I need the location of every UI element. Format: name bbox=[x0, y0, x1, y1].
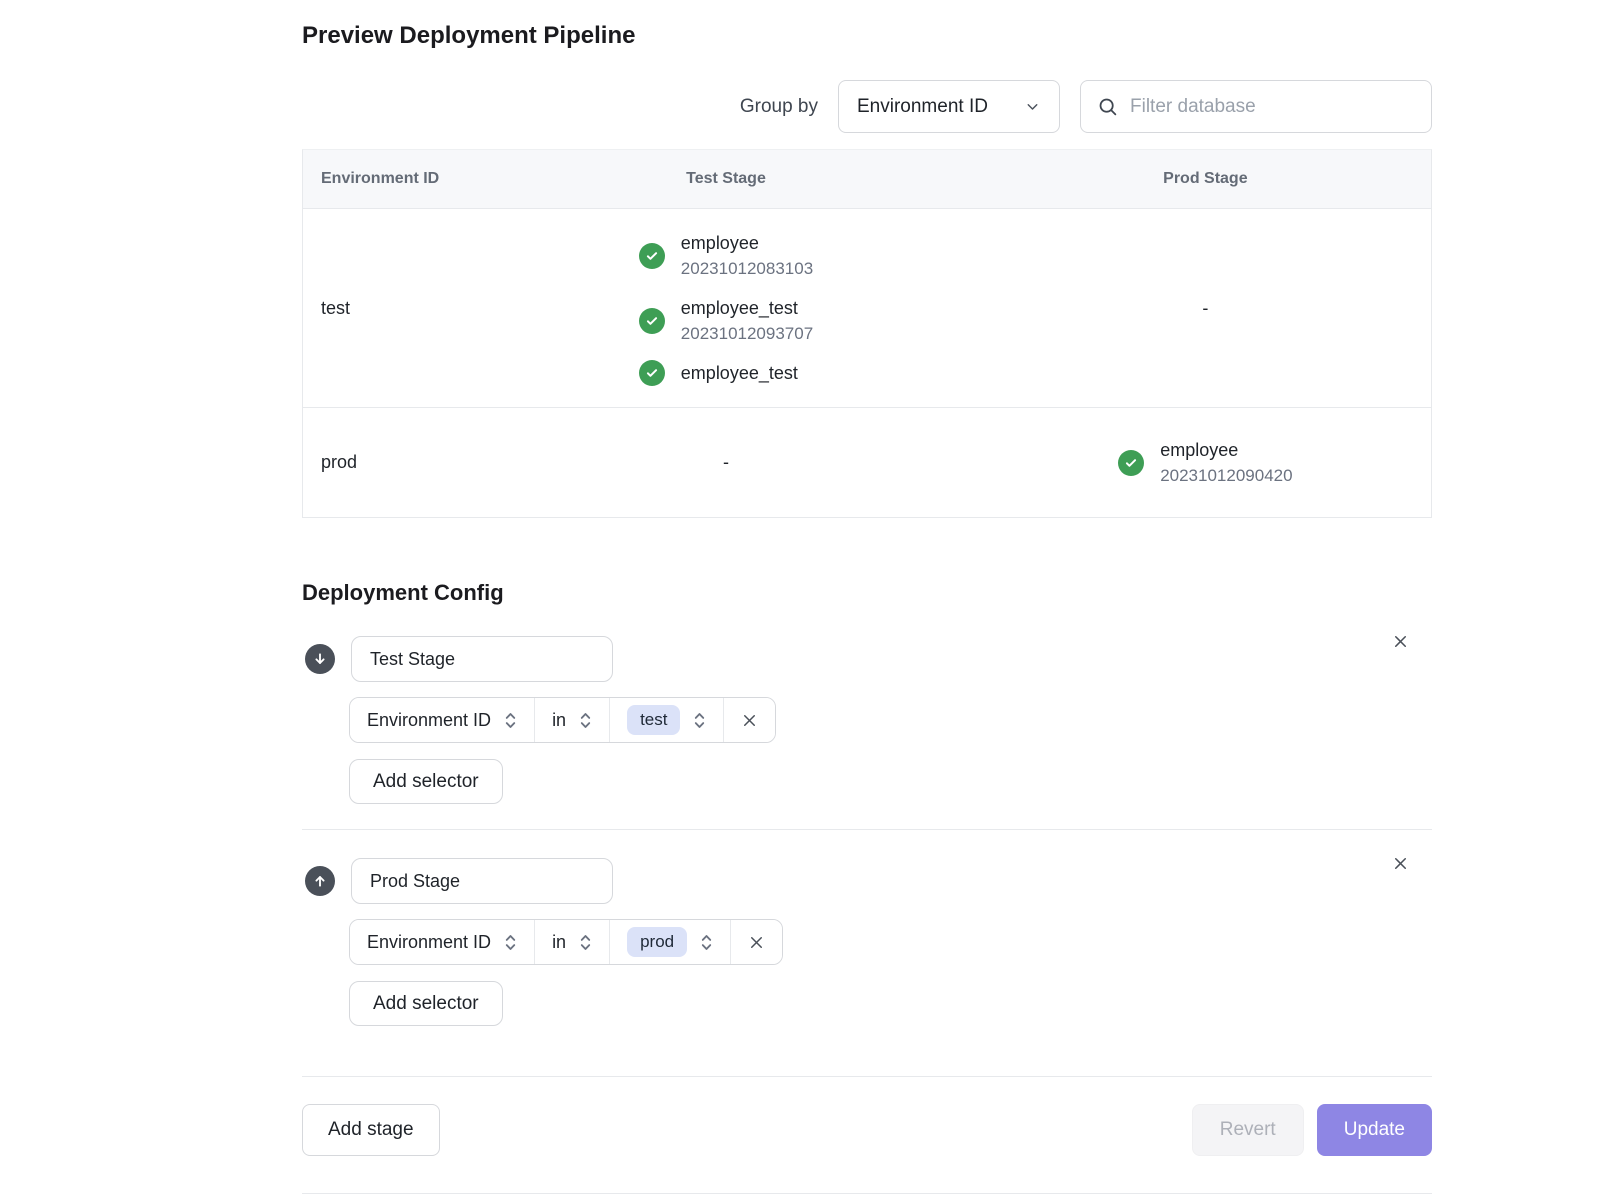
deployment-name: employee bbox=[1160, 437, 1292, 463]
deployment-list: employee20231012083103employee_test20231… bbox=[639, 230, 813, 386]
x-icon bbox=[1391, 632, 1410, 651]
stage-config-test-stage: Environment ID in test Add selector bbox=[302, 608, 1432, 829]
filter-database-box bbox=[1080, 80, 1432, 133]
remove-stage-button[interactable] bbox=[1389, 630, 1412, 653]
stage-header bbox=[305, 858, 1432, 904]
deployment-text: employee20231012090420 bbox=[1160, 437, 1292, 488]
filter-database-input[interactable] bbox=[1130, 96, 1415, 118]
add-selector-button[interactable]: Add selector bbox=[349, 759, 503, 804]
column-header-prod-stage: Prod Stage bbox=[980, 170, 1431, 188]
selector-row: Environment ID in prod bbox=[349, 919, 783, 965]
remove-stage-button[interactable] bbox=[1389, 852, 1412, 875]
deployment-version: 20231012090420 bbox=[1160, 463, 1292, 488]
config-footer: Add stage Revert Update bbox=[302, 1076, 1432, 1156]
revert-button[interactable]: Revert bbox=[1192, 1104, 1304, 1156]
deployment-item: employee_test20231012093707 bbox=[639, 295, 813, 346]
selector-value-select[interactable]: test bbox=[610, 698, 724, 742]
page-title: Preview Deployment Pipeline bbox=[302, 22, 1432, 50]
selector-key-select[interactable]: Environment ID bbox=[350, 698, 535, 742]
chevron-up-down-icon bbox=[700, 931, 713, 954]
selector-operator-label: in bbox=[552, 932, 566, 953]
update-button[interactable]: Update bbox=[1317, 1104, 1432, 1156]
selector-value-select[interactable]: prod bbox=[610, 920, 731, 964]
environment-id-cell: prod bbox=[303, 408, 472, 517]
group-by-select[interactable]: Environment ID bbox=[838, 80, 1060, 133]
x-icon bbox=[1391, 854, 1410, 873]
bottom-divider bbox=[302, 1193, 1432, 1194]
table-row-prod: prod - employee20231012090420 bbox=[303, 407, 1431, 517]
prod-stage-cell: employee20231012090420 bbox=[980, 408, 1431, 517]
check-circle-icon bbox=[639, 360, 665, 386]
selector-operator-select[interactable]: in bbox=[535, 698, 610, 742]
selector-row: Environment ID in test bbox=[349, 697, 776, 743]
selector-key-label: Environment ID bbox=[367, 932, 491, 953]
stage-name-input[interactable] bbox=[351, 636, 613, 682]
empty-stage-dash: - bbox=[1202, 298, 1208, 319]
deployment-list: employee20231012090420 bbox=[1118, 437, 1292, 488]
group-by-selected-value: Environment ID bbox=[857, 96, 988, 118]
test-stage-cell: - bbox=[472, 408, 980, 517]
stages-container: Environment IDintestAdd selectorEnvironm… bbox=[302, 608, 1432, 1051]
remove-selector-button[interactable] bbox=[724, 698, 775, 742]
selector-key-select[interactable]: Environment ID bbox=[350, 920, 535, 964]
selector-key-label: Environment ID bbox=[367, 710, 491, 731]
deployment-version: 20231012093707 bbox=[681, 321, 813, 346]
check-circle-icon bbox=[639, 243, 665, 269]
x-icon bbox=[747, 933, 766, 952]
arrow-down-circle-icon bbox=[305, 644, 335, 674]
deployment-name: employee_test bbox=[681, 360, 798, 386]
stage-config-prod-stage: Environment ID in prod Add selector bbox=[302, 829, 1432, 1051]
deployment-item: employee20231012090420 bbox=[1118, 437, 1292, 488]
add-selector-button[interactable]: Add selector bbox=[349, 981, 503, 1026]
selector-value-badge: prod bbox=[627, 927, 687, 957]
environment-id-cell: test bbox=[303, 209, 472, 407]
x-icon bbox=[740, 711, 759, 730]
stage-header bbox=[305, 636, 1432, 682]
table-controls: Group by Environment ID bbox=[302, 80, 1432, 133]
chevron-up-down-icon bbox=[693, 709, 706, 732]
column-header-environment-id: Environment ID bbox=[303, 170, 472, 188]
deployment-name: employee bbox=[681, 230, 813, 256]
deployment-text: employee20231012083103 bbox=[681, 230, 813, 281]
preview-deployment-pipeline-page: Preview Deployment Pipeline Group by Env… bbox=[302, 0, 1432, 1194]
group-by-label: Group by bbox=[740, 96, 818, 118]
chevron-down-icon bbox=[1024, 98, 1041, 115]
test-stage-cell: employee20231012083103employee_test20231… bbox=[472, 209, 980, 407]
deployment-text: employee_test20231012093707 bbox=[681, 295, 813, 346]
selector-value-badge: test bbox=[627, 705, 680, 735]
add-stage-button[interactable]: Add stage bbox=[302, 1104, 440, 1156]
chevron-up-down-icon bbox=[504, 931, 517, 954]
deployment-item: employee20231012083103 bbox=[639, 230, 813, 281]
footer-actions: Revert Update bbox=[1192, 1104, 1432, 1156]
search-icon bbox=[1097, 96, 1118, 117]
chevron-up-down-icon bbox=[579, 709, 592, 732]
deployment-text: employee_test bbox=[681, 360, 798, 386]
check-circle-icon bbox=[1118, 450, 1144, 476]
check-circle-icon bbox=[639, 308, 665, 334]
deployment-name: employee_test bbox=[681, 295, 813, 321]
pipeline-table-header: Environment ID Test Stage Prod Stage bbox=[303, 150, 1431, 208]
deployment-config-title: Deployment Config bbox=[302, 580, 1432, 606]
selector-operator-label: in bbox=[552, 710, 566, 731]
deployment-item: employee_test bbox=[639, 360, 798, 386]
pipeline-table: Environment ID Test Stage Prod Stage tes… bbox=[302, 149, 1432, 518]
arrow-up-circle-icon bbox=[305, 866, 335, 896]
selector-operator-select[interactable]: in bbox=[535, 920, 610, 964]
chevron-up-down-icon bbox=[504, 709, 517, 732]
table-row-test: testemployee20231012083103employee_test2… bbox=[303, 208, 1431, 407]
pipeline-table-body: testemployee20231012083103employee_test2… bbox=[303, 208, 1431, 517]
remove-selector-button[interactable] bbox=[731, 920, 782, 964]
column-header-test-stage: Test Stage bbox=[472, 170, 980, 188]
chevron-up-down-icon bbox=[579, 931, 592, 954]
deployment-version: 20231012083103 bbox=[681, 256, 813, 281]
stage-name-input[interactable] bbox=[351, 858, 613, 904]
prod-stage-cell: - bbox=[980, 209, 1431, 407]
empty-stage-dash: - bbox=[723, 452, 729, 473]
